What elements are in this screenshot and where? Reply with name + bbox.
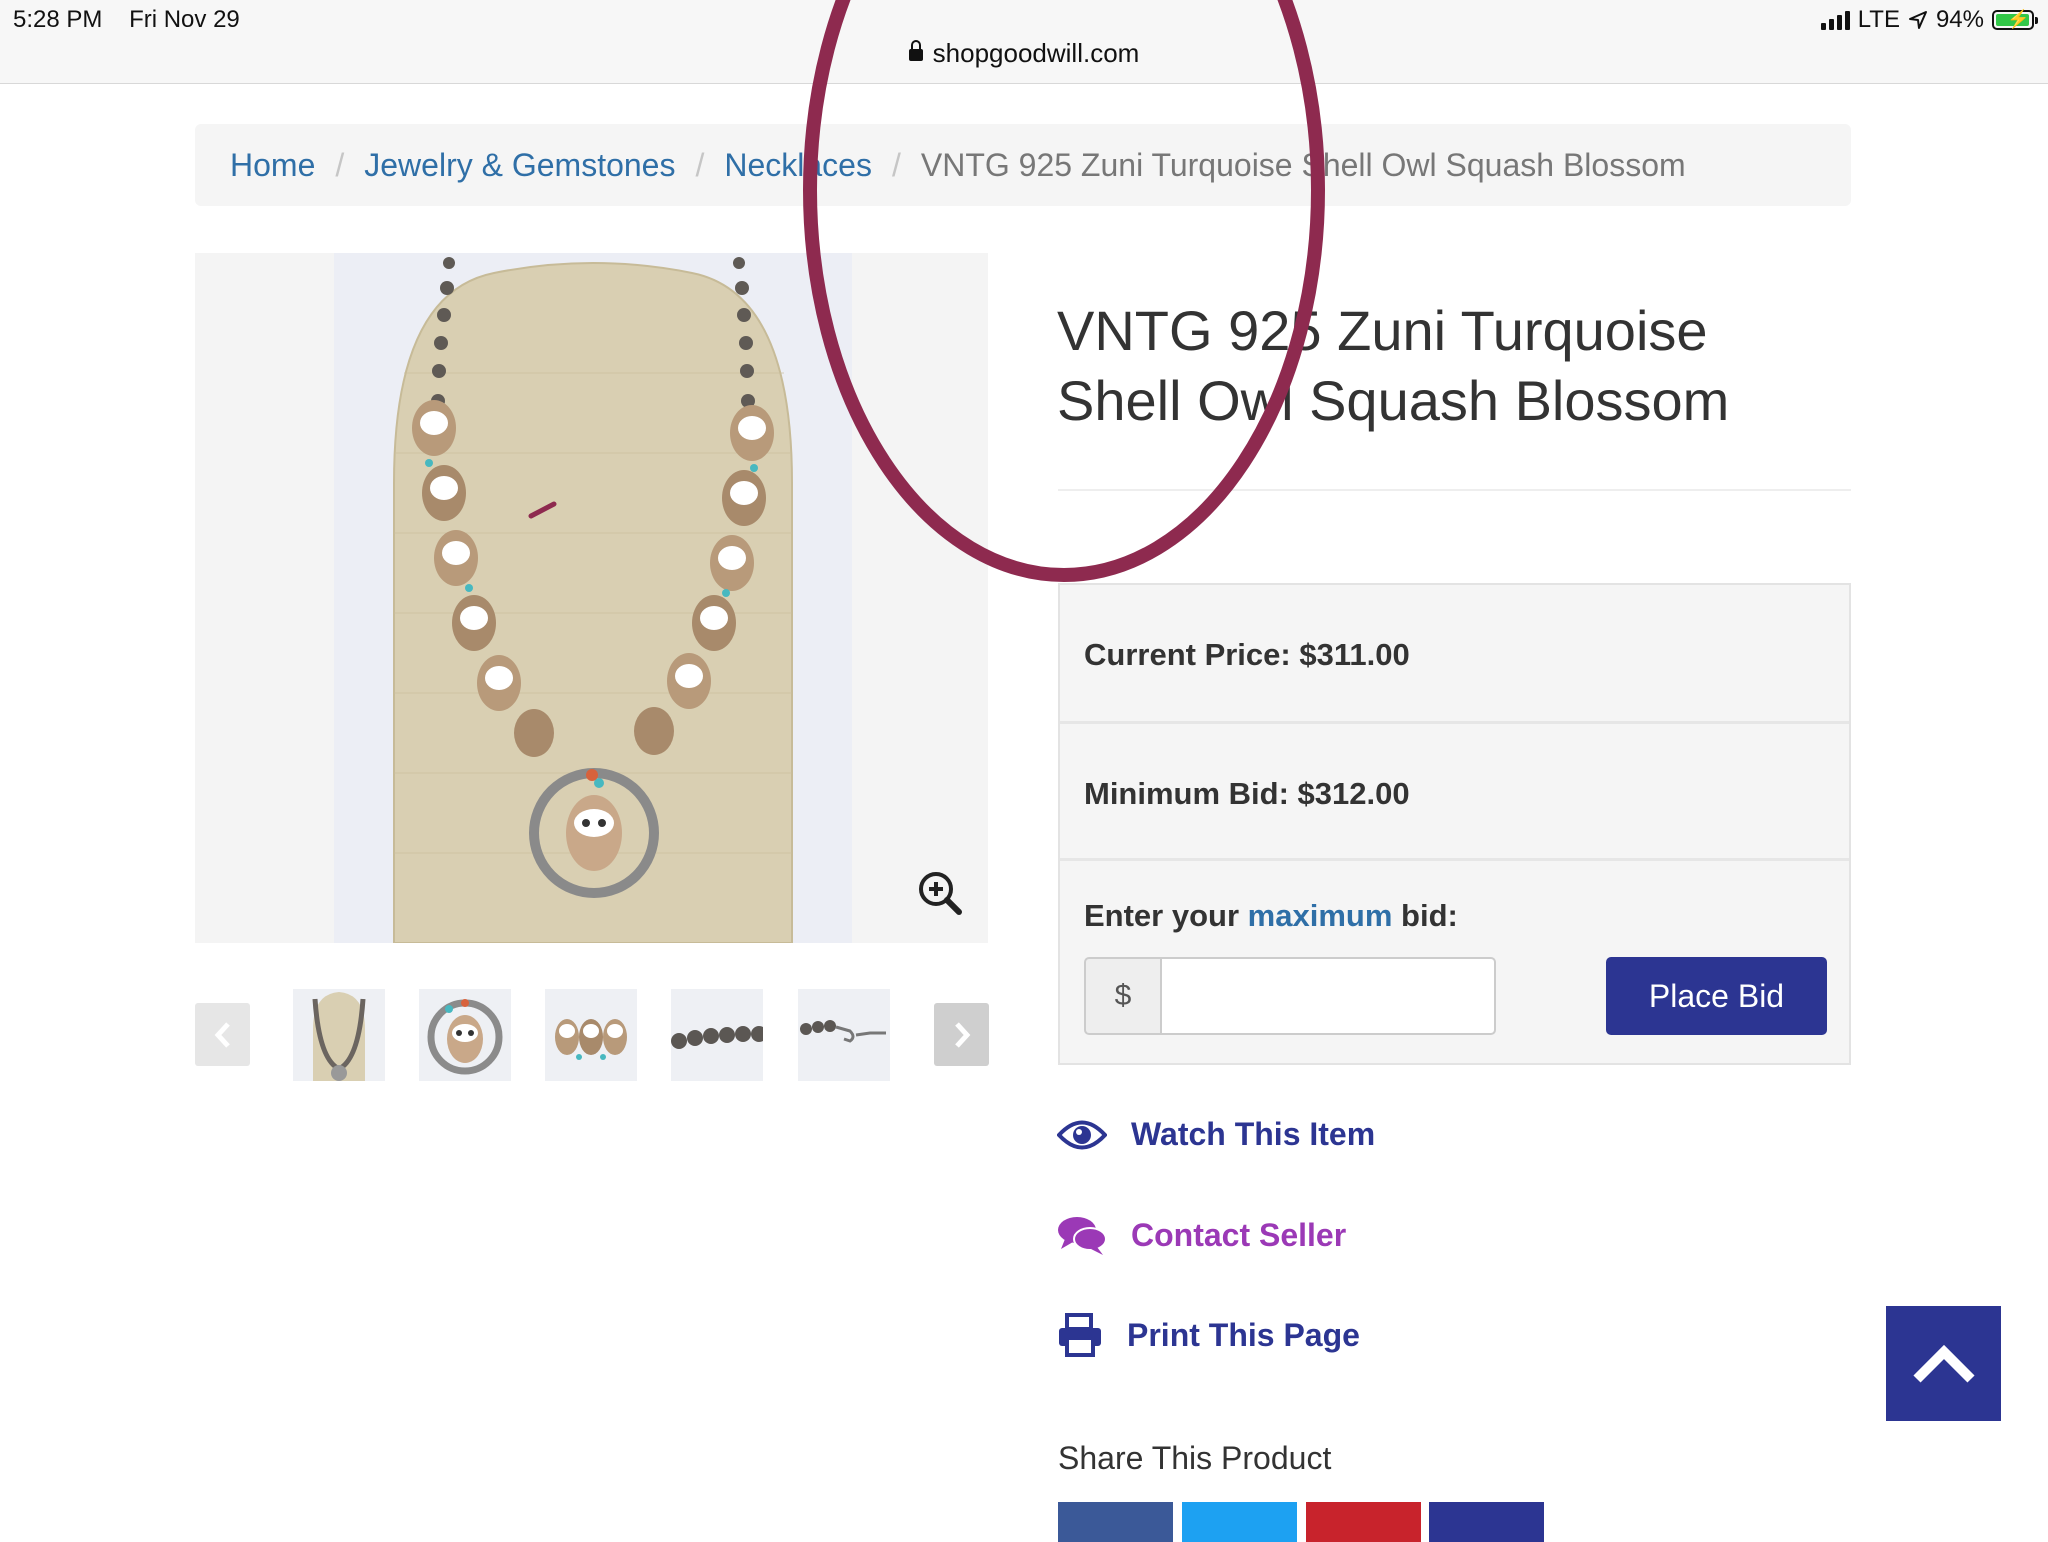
back-to-top-button[interactable] — [1886, 1306, 2001, 1421]
enter-bid-label: Enter your maximum bid: — [1084, 898, 1458, 934]
address-bar[interactable]: shopgoodwill.com — [0, 38, 2048, 69]
thumbnail-4[interactable] — [671, 989, 763, 1081]
maximum-link[interactable]: maximum — [1248, 898, 1393, 933]
zoom-in-icon[interactable] — [918, 871, 962, 915]
eye-icon — [1057, 1120, 1107, 1149]
contact-seller-label: Contact Seller — [1131, 1216, 1347, 1253]
minimum-bid: Minimum Bid: $312.00 — [1084, 776, 1410, 811]
url-text: shopgoodwill.com — [932, 38, 1140, 68]
product-title: VNTG 925 Zuni Turquoise Shell Owl Squash… — [1057, 299, 1730, 432]
breadcrumb-separator: / — [891, 146, 901, 183]
breadcrumb-separator: / — [695, 146, 705, 183]
status-time-date: 5:28 PM Fri Nov 29 — [13, 6, 240, 34]
bid-panel: Current Price: $311.00 Minimum Bid: $312… — [1058, 583, 1851, 1065]
product-image-viewer[interactable] — [195, 253, 988, 943]
title-divider — [1058, 489, 1851, 491]
status-bar: 5:28 PM Fri Nov 29 LTE 94% ⚡ shopgoodwil… — [0, 0, 2048, 84]
thumbnail-prev-button[interactable] — [195, 1003, 250, 1066]
breadcrumb: Home / Jewelry & Gemstones / Necklaces /… — [195, 124, 1851, 206]
bid-amount-input[interactable] — [1160, 957, 1496, 1035]
comments-icon — [1058, 1217, 1107, 1255]
printer-icon — [1059, 1313, 1101, 1357]
thumbnail-3[interactable] — [545, 989, 637, 1081]
share-pinterest-button[interactable] — [1306, 1502, 1421, 1542]
thumbnail-next-button[interactable] — [934, 1003, 989, 1066]
status-date: Fri Nov 29 — [129, 6, 240, 33]
breadcrumb-home[interactable]: Home — [230, 147, 315, 184]
battery-icon: ⚡ — [1992, 9, 2038, 30]
location-icon — [1908, 11, 1927, 29]
battery-percent: 94% — [1935, 6, 1984, 33]
chevron-right-icon — [954, 1021, 970, 1048]
place-bid-button[interactable]: Place Bid — [1606, 957, 1827, 1035]
share-title: Share This Product — [1058, 1440, 1332, 1476]
current-price: Current Price: $311.00 — [1084, 637, 1410, 672]
breadcrumb-separator: / — [335, 146, 345, 183]
share-email-button[interactable] — [1429, 1502, 1544, 1542]
status-indicators: LTE 94% ⚡ — [1820, 6, 2038, 34]
status-time: 5:28 PM — [13, 6, 103, 33]
lock-icon — [908, 40, 923, 61]
product-photo[interactable] — [334, 253, 852, 943]
contact-seller-link[interactable]: Contact Seller — [1057, 1215, 1346, 1255]
chevron-left-icon — [214, 1021, 230, 1048]
current-price-row: Current Price: $311.00 — [1060, 585, 1849, 724]
share-facebook-button[interactable] — [1058, 1502, 1173, 1542]
enter-bid-suffix: bid: — [1401, 898, 1458, 933]
breadcrumb-jewelry[interactable]: Jewelry & Gemstones — [364, 147, 675, 184]
currency-addon: $ — [1084, 957, 1160, 1035]
chevron-up-icon — [1912, 1344, 1975, 1383]
share-twitter-button[interactable] — [1182, 1502, 1297, 1542]
print-page-link[interactable]: Print This Page — [1057, 1313, 1360, 1357]
bid-input-group: $ — [1084, 957, 1496, 1035]
carrier-label: LTE — [1857, 6, 1900, 33]
breadcrumb-current: VNTG 925 Zuni Turquoise Shell Owl Squash… — [920, 146, 1686, 183]
thumbnail-1[interactable] — [293, 989, 385, 1081]
breadcrumb-necklaces[interactable]: Necklaces — [724, 147, 872, 184]
signal-icon — [1820, 10, 1850, 30]
thumbnail-2[interactable] — [419, 989, 511, 1081]
watch-item-label: Watch This Item — [1131, 1116, 1376, 1152]
watch-item-link[interactable]: Watch This Item — [1057, 1116, 1375, 1153]
minimum-bid-row: Minimum Bid: $312.00 — [1060, 721, 1849, 861]
print-page-label: Print This Page — [1127, 1316, 1360, 1353]
enter-bid-prefix: Enter your — [1084, 898, 1240, 933]
thumbnail-5[interactable] — [798, 989, 890, 1081]
